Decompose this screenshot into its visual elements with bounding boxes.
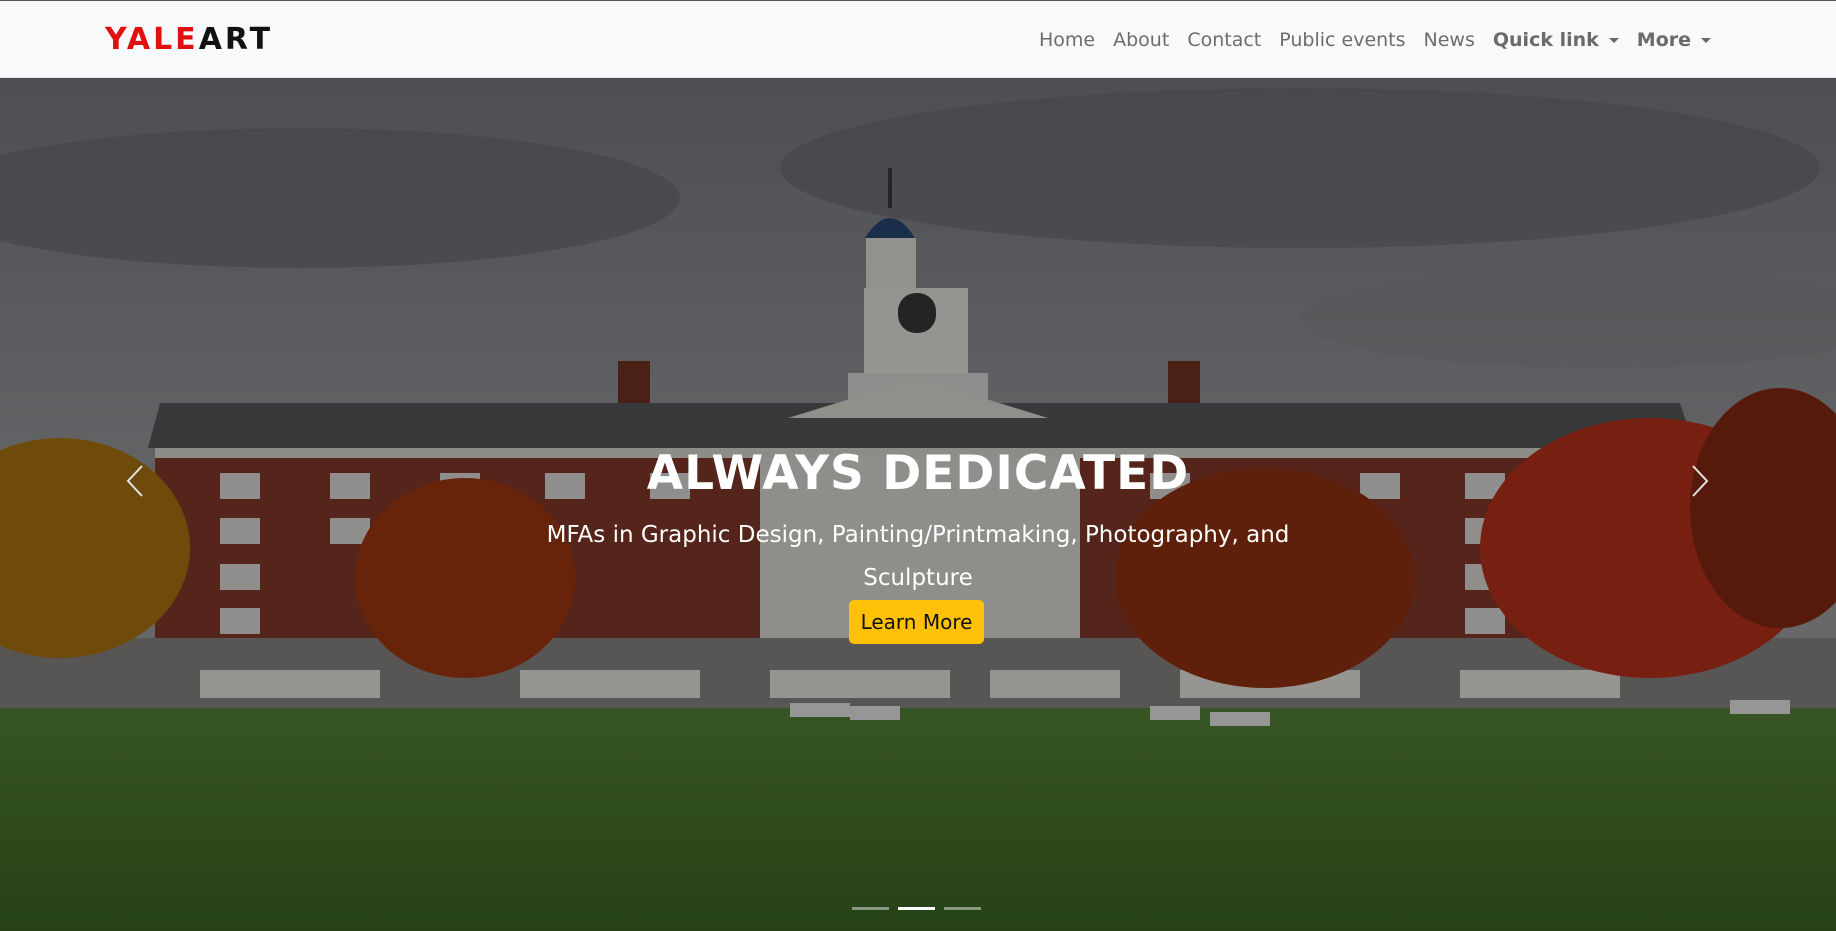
nav-about[interactable]: About	[1104, 28, 1178, 52]
nav-news[interactable]: News	[1415, 28, 1484, 52]
learn-more-button[interactable]: Learn More	[849, 600, 984, 644]
carousel-subtitle: MFAs in Graphic Design, Painting/Printma…	[546, 522, 1290, 591]
nav-links: Home About Contact Public events News Qu…	[1030, 28, 1720, 52]
nav-public-events[interactable]: Public events	[1270, 28, 1414, 52]
brand-art: ART	[198, 22, 274, 57]
carousel-prev-button[interactable]	[116, 456, 156, 506]
nav-contact[interactable]: Contact	[1178, 28, 1270, 52]
chevron-right-icon	[1692, 465, 1709, 497]
carousel-title: ALWAYS DEDICATED	[646, 446, 1190, 501]
hero-carousel: ALWAYS DEDICATED MFAs in Graphic Design,…	[0, 78, 1836, 931]
dark-overlay	[0, 78, 1836, 931]
carousel-indicator[interactable]	[944, 907, 981, 910]
more-label: More	[1636, 29, 1691, 51]
caret-down-icon	[1701, 38, 1711, 43]
chevron-left-icon	[126, 465, 143, 497]
carousel-indicator[interactable]	[852, 907, 889, 910]
quick-link-label: Quick link	[1492, 29, 1599, 51]
brand-logo[interactable]: YALEART	[105, 23, 273, 57]
caret-down-icon	[1608, 38, 1619, 43]
carousel-next-button[interactable]	[1679, 456, 1719, 506]
nav-quick-link-dropdown[interactable]: Quick link	[1484, 28, 1628, 52]
navbar: YALEART Home About Contact Public events…	[0, 0, 1836, 78]
carousel-indicators	[852, 907, 981, 910]
nav-more-dropdown[interactable]: More	[1628, 28, 1720, 52]
nav-home[interactable]: Home	[1030, 28, 1104, 52]
carousel-indicator-active[interactable]	[898, 907, 935, 910]
brand-yale: YALE	[105, 22, 199, 57]
